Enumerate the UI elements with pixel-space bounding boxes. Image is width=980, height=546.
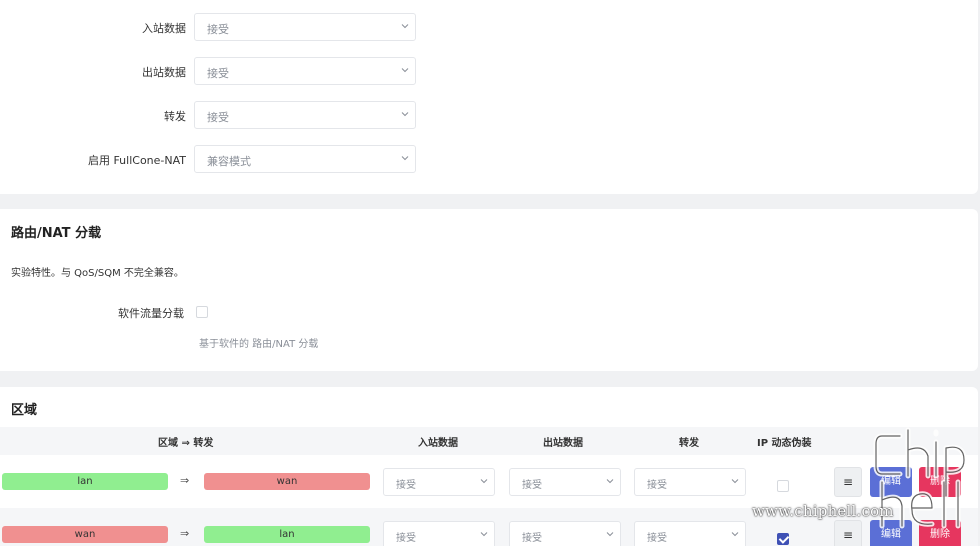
header-forward: 转发: [679, 438, 699, 449]
chevron-down-icon: [606, 530, 614, 538]
forward-policy-label: 转发: [164, 110, 186, 123]
delete-button[interactable]: 删除: [919, 520, 961, 546]
offload-card: 路由/NAT 分载 实验特性。与 QoS/SQM 不完全兼容。 软件流量分载 基…: [0, 209, 978, 371]
forward-policy-value: 接受: [207, 111, 229, 124]
zone-badge-wan: wan: [2, 526, 168, 543]
fullcone-nat-row: 启用 FullCone-NAT 兼容模式: [0, 145, 420, 173]
offload-description: 实验特性。与 QoS/SQM 不完全兼容。: [11, 268, 184, 279]
output-policy-row: 出站数据 接受: [0, 57, 420, 85]
output-policy-label: 出站数据: [142, 66, 186, 79]
input-policy-select[interactable]: 接受: [194, 13, 416, 41]
offload-title: 路由/NAT 分载: [11, 226, 102, 241]
chevron-down-icon: [731, 530, 739, 538]
zones-title: 区域: [11, 403, 38, 418]
wan-forward-select[interactable]: 接受: [634, 521, 746, 546]
firewall-defaults-card: 入站数据 接受 出站数据 接受 转发 接受 启用 FullCone-NAT 兼容…: [0, 0, 978, 194]
chevron-down-icon: [480, 477, 488, 485]
lan-input-value: 接受: [396, 480, 416, 491]
header-zone-forward: 区域 ⇒ 转发: [158, 438, 214, 449]
wan-forward-value: 接受: [647, 533, 667, 544]
input-policy-value: 接受: [207, 23, 229, 36]
forward-policy-row: 转发 接受: [0, 101, 420, 129]
lan-forward-value: 接受: [647, 480, 667, 491]
chevron-down-icon: [731, 477, 739, 485]
fullcone-nat-select[interactable]: 兼容模式: [194, 145, 416, 173]
chevron-down-icon: [401, 22, 409, 30]
table-row: wan ⇒ lan 接受 接受 接受 ≡ 编辑 删除: [0, 508, 978, 546]
software-offload-label: 软件流量分载: [118, 307, 184, 320]
chevron-down-icon: [401, 66, 409, 74]
zone-badge-lan: lan: [2, 473, 168, 490]
zone-badge-wan: wan: [204, 473, 370, 490]
wan-output-select[interactable]: 接受: [509, 521, 621, 546]
chevron-down-icon: [606, 477, 614, 485]
fullcone-nat-label: 启用 FullCone-NAT: [87, 154, 186, 167]
fullcone-nat-value: 兼容模式: [207, 155, 251, 168]
zones-table-header: 区域 ⇒ 转发 入站数据 出站数据 转发 IP 动态伪装: [0, 427, 978, 455]
header-masquerade: IP 动态伪装: [757, 438, 812, 449]
lan-input-select[interactable]: 接受: [383, 468, 495, 496]
forward-arrow: ⇒: [180, 474, 190, 487]
drag-handle-button[interactable]: ≡: [834, 520, 862, 546]
lan-masquerade-checkbox[interactable]: [777, 480, 789, 492]
edit-button[interactable]: 编辑: [870, 467, 912, 497]
input-policy-row: 入站数据 接受: [0, 13, 420, 41]
lan-output-value: 接受: [522, 480, 542, 491]
input-policy-label: 入站数据: [142, 22, 186, 35]
chevron-down-icon: [401, 154, 409, 162]
chevron-down-icon: [401, 110, 409, 118]
zones-card: 区域 区域 ⇒ 转发 入站数据 出站数据 转发 IP 动态伪装 lan ⇒ wa…: [0, 387, 978, 546]
software-offload-hint: 基于软件的 路由/NAT 分载: [199, 339, 319, 350]
lan-forward-select[interactable]: 接受: [634, 468, 746, 496]
edit-button[interactable]: 编辑: [870, 520, 912, 546]
header-input: 入站数据: [418, 438, 458, 449]
forward-policy-select[interactable]: 接受: [194, 101, 416, 129]
drag-handle-button[interactable]: ≡: [834, 467, 862, 497]
wan-input-value: 接受: [396, 533, 416, 544]
zone-badge-lan: lan: [204, 526, 370, 543]
chevron-down-icon: [480, 530, 488, 538]
wan-input-select[interactable]: 接受: [383, 521, 495, 546]
output-policy-select[interactable]: 接受: [194, 57, 416, 85]
header-output: 出站数据: [543, 438, 583, 449]
delete-button[interactable]: 删除: [919, 467, 961, 497]
lan-output-select[interactable]: 接受: [509, 468, 621, 496]
wan-output-value: 接受: [522, 533, 542, 544]
forward-arrow: ⇒: [180, 527, 190, 540]
output-policy-value: 接受: [207, 67, 229, 80]
software-offload-checkbox[interactable]: [196, 306, 208, 318]
table-row: lan ⇒ wan 接受 接受 接受 ≡ 编辑 删除: [0, 455, 978, 507]
wan-masquerade-checkbox[interactable]: [777, 533, 789, 545]
